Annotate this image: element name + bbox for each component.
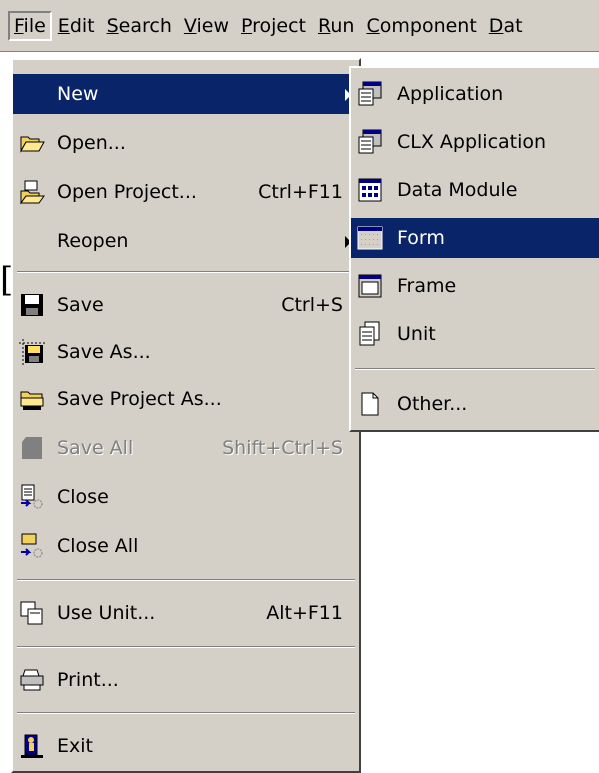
menu-item-open-project[interactable]: Open Project... Ctrl+F11 [13, 172, 359, 212]
menu-item-save-as[interactable]: Save As... [13, 332, 359, 372]
menu-separator [17, 646, 355, 648]
save-project-icon [19, 386, 45, 412]
new-item-clx-application[interactable]: CLX Application [351, 122, 599, 162]
menubar-view[interactable]: View [178, 11, 235, 41]
menu-item-print[interactable]: Print... [13, 660, 359, 700]
new-item-unit[interactable]: Unit [351, 314, 599, 354]
exit-door-icon [19, 733, 45, 759]
new-item-frame[interactable]: Frame [351, 266, 599, 306]
file-menu: New Open... Open Project... Ctrl+F11 Reo… [11, 58, 361, 773]
new-item-data-module[interactable]: Data Module [351, 170, 599, 210]
clx-application-icon [357, 129, 383, 155]
save-as-icon [19, 339, 45, 365]
menubar-database[interactable]: Dat [483, 11, 529, 41]
menu-item-exit[interactable]: Exit [13, 726, 359, 766]
menu-item-save-project-as[interactable]: Save Project As... [13, 379, 359, 419]
application-icon [357, 81, 383, 107]
menu-bar: File Edit Search View Project Run Compon… [0, 0, 599, 52]
menu-item-use-unit[interactable]: Use Unit... Alt+F11 [13, 593, 359, 633]
new-item-form[interactable]: Form [351, 218, 599, 258]
close-all-icon [19, 533, 45, 559]
printer-icon [19, 667, 45, 693]
menu-item-reopen[interactable]: Reopen [13, 221, 359, 261]
menu-item-open[interactable]: Open... [13, 123, 359, 163]
new-item-application[interactable]: Application [351, 74, 599, 114]
open-project-icon [19, 179, 45, 205]
menu-separator [355, 368, 595, 370]
data-module-icon [357, 177, 383, 203]
menubar-edit[interactable]: Edit [52, 11, 101, 41]
menu-item-save-all[interactable]: Save All Shift+Ctrl+S [13, 428, 359, 468]
menu-item-close-all[interactable]: Close All [13, 526, 359, 566]
menu-separator [17, 271, 355, 273]
menu-separator [17, 712, 355, 714]
floppy-icon [19, 292, 45, 318]
menu-item-new[interactable]: New [13, 74, 359, 114]
unit-icon [357, 321, 383, 347]
new-item-other[interactable]: Other... [351, 384, 599, 424]
menu-item-save[interactable]: Save Ctrl+S [13, 285, 359, 325]
form-icon [357, 225, 383, 251]
save-all-icon [19, 435, 45, 461]
open-folder-icon [19, 130, 45, 156]
new-submenu: Application CLX Application Data Module … [349, 66, 599, 432]
use-unit-icon [19, 600, 45, 626]
frame-icon [357, 273, 383, 299]
menubar-project[interactable]: Project [235, 11, 312, 41]
menubar-component[interactable]: Component [360, 11, 482, 41]
close-file-icon [19, 484, 45, 510]
blank-document-icon [357, 391, 383, 417]
menubar-file[interactable]: File [8, 10, 52, 41]
menu-item-close[interactable]: Close [13, 477, 359, 517]
menubar-run[interactable]: Run [312, 11, 360, 41]
menu-separator [17, 579, 355, 581]
menubar-search[interactable]: Search [101, 11, 178, 41]
